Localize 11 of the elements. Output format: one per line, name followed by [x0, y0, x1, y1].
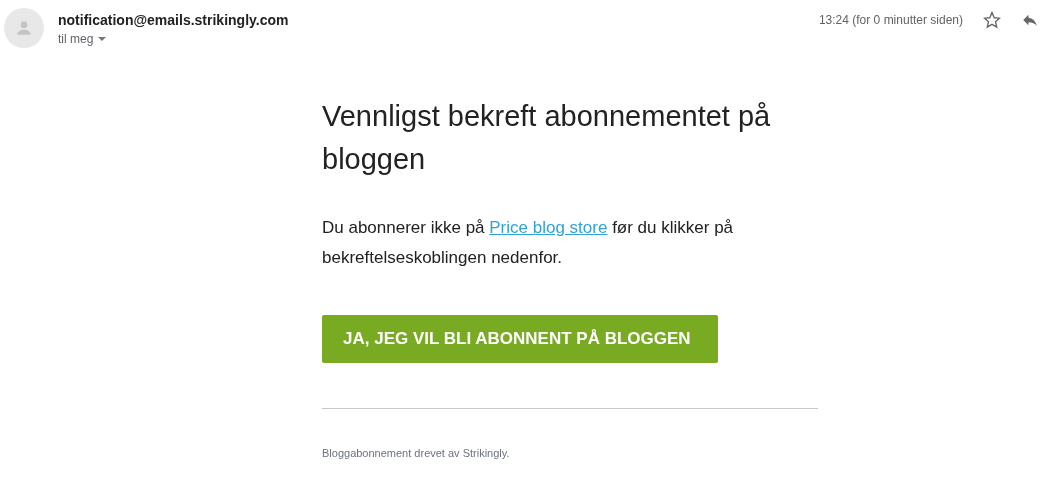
subscribe-button[interactable]: JA, JEG VIL BLI ABONNENT PÅ BLOGGEN [322, 315, 718, 363]
footer-text: Bloggabonnement drevet av Strikingly. [322, 446, 511, 461]
timestamp: 13:24 (for 0 minutter siden) [818, 12, 963, 29]
recipient-label: til meg [58, 31, 94, 48]
star-icon[interactable] [983, 11, 1001, 29]
caret-icon[interactable] [97, 36, 108, 42]
blog-link[interactable]: Price blog store [489, 218, 608, 237]
email-heading: Vennligst bekreft abonnementet på bloggen [322, 99, 772, 177]
body-paragraph: Du abonnerer ikke på Price blog store før du klikker på bekreftelseskoblingen nedenfor. [322, 217, 735, 269]
avatar-icon [4, 8, 44, 48]
sender-address: notification@emails.strikingly.com [58, 11, 289, 30]
